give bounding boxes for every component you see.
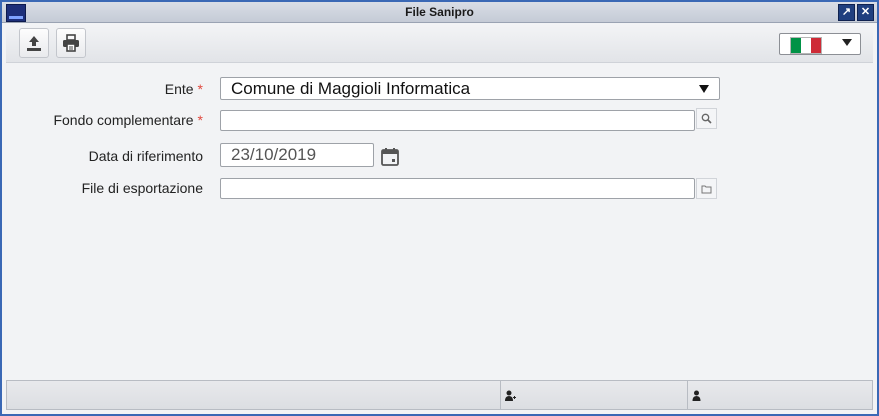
data-input[interactable]: 23/10/2019 bbox=[220, 143, 374, 167]
upload-icon bbox=[27, 36, 41, 51]
status-cell-user bbox=[687, 381, 701, 409]
print-button[interactable] bbox=[56, 28, 86, 58]
ente-label: Ente * bbox=[165, 81, 203, 97]
user-icon bbox=[692, 390, 701, 401]
window-title: File Sanipro bbox=[405, 5, 474, 19]
status-cell-user-add bbox=[500, 381, 516, 409]
ente-value: Comune di Maggioli Informatica bbox=[231, 79, 471, 98]
close-button[interactable]: ✕ bbox=[857, 4, 874, 21]
fondo-label-text: Fondo complementare bbox=[53, 112, 194, 128]
fondo-input[interactable] bbox=[220, 110, 695, 131]
fondo-label: Fondo complementare * bbox=[53, 112, 203, 128]
export-button[interactable] bbox=[19, 28, 49, 58]
file-browse-button[interactable] bbox=[696, 178, 717, 199]
ente-select[interactable]: Comune di Maggioli Informatica bbox=[220, 77, 720, 100]
status-bar bbox=[6, 380, 873, 410]
app-window: File Sanipro ↗ ✕ Ente * Comune di Maggio… bbox=[0, 0, 879, 416]
data-label: Data di riferimento bbox=[88, 148, 203, 164]
chevron-down-icon bbox=[842, 39, 852, 46]
italian-flag-icon bbox=[790, 37, 822, 54]
calendar-icon[interactable] bbox=[380, 147, 400, 167]
title-bar: File Sanipro ↗ ✕ bbox=[2, 2, 877, 23]
file-label: File di esportazione bbox=[81, 180, 203, 196]
file-input[interactable] bbox=[220, 178, 695, 199]
maximize-button[interactable]: ↗ bbox=[838, 4, 855, 21]
ente-label-text: Ente bbox=[164, 81, 194, 97]
dropdown-arrow-icon bbox=[699, 85, 709, 93]
toolbar bbox=[6, 24, 873, 63]
language-select[interactable] bbox=[779, 33, 861, 55]
folder-icon bbox=[701, 185, 712, 193]
user-add-icon bbox=[505, 390, 516, 401]
search-icon bbox=[701, 113, 712, 124]
printer-icon bbox=[63, 34, 79, 52]
required-marker: * bbox=[197, 112, 203, 128]
fondo-search-button[interactable] bbox=[696, 108, 717, 129]
required-marker: * bbox=[197, 81, 203, 97]
